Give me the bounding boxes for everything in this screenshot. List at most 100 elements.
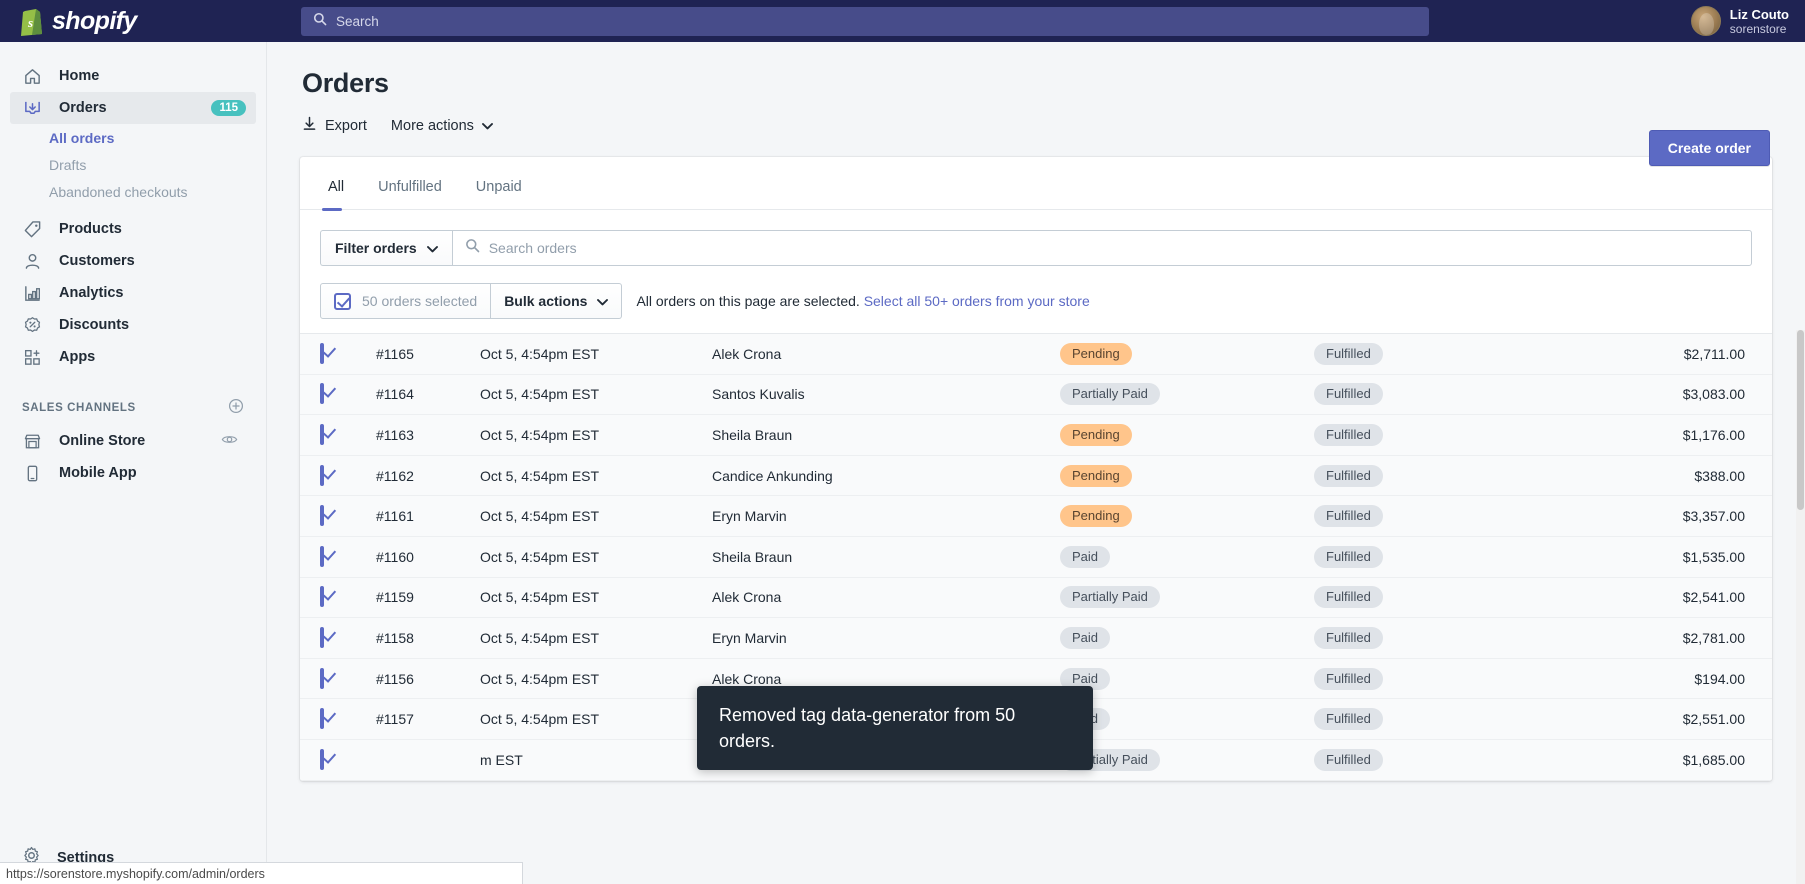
sidebar-item-analytics[interactable]: Analytics xyxy=(10,277,256,309)
search-orders-input[interactable]: Search orders xyxy=(451,230,1752,266)
page-scrollbar[interactable] xyxy=(1796,330,1805,884)
shopify-logo[interactable]: s shopify xyxy=(0,0,267,42)
row-checkbox[interactable] xyxy=(320,423,376,445)
row-checkbox[interactable] xyxy=(320,586,376,608)
avatar xyxy=(1690,6,1721,36)
order-date: Oct 5, 4:54pm EST xyxy=(480,426,600,443)
sidebar-item-online-store[interactable]: Online Store xyxy=(10,425,256,457)
fulfillment-status-cell: Fulfilled xyxy=(1314,342,1588,365)
order-amount: $1,535.00 xyxy=(1682,548,1745,565)
filter-orders-label: Filter orders xyxy=(335,240,417,256)
selected-count-label: 50 orders selected xyxy=(362,293,478,309)
row-checkbox[interactable] xyxy=(320,748,376,770)
status-badge: Fulfilled xyxy=(1314,342,1383,365)
apps-grid-icon xyxy=(22,347,43,368)
status-badge: Partially Paid xyxy=(1060,383,1160,406)
table-row[interactable]: #1158 Oct 5, 4:54pm EST Eryn Marvin Paid Ful… xyxy=(300,618,1772,659)
select-all-store-link[interactable]: Select all 50+ orders from your store xyxy=(864,293,1090,309)
select-all-checkbox[interactable]: 50 orders selected xyxy=(320,283,492,319)
global-search-input[interactable]: Search xyxy=(301,6,1429,36)
chevron-down-icon xyxy=(481,118,493,134)
sidebar-subitem-label: All orders xyxy=(49,129,115,146)
checkbox-icon xyxy=(320,545,324,567)
export-label: Export xyxy=(325,117,367,134)
filter-orders-dropdown[interactable]: Filter orders xyxy=(320,230,452,266)
order-date: m EST xyxy=(480,751,523,768)
row-checkbox[interactable] xyxy=(320,667,376,689)
tab-unpaid[interactable]: Unpaid xyxy=(470,179,528,209)
preview-store-icon[interactable] xyxy=(213,429,246,453)
global-search-placeholder: Search xyxy=(336,13,379,29)
svg-text:s: s xyxy=(27,15,33,30)
tab-unfulfilled[interactable]: Unfulfilled xyxy=(372,179,448,209)
table-row[interactable]: #1162 Oct 5, 4:54pm EST Candice Ankunding P… xyxy=(300,455,1772,497)
row-checkbox[interactable] xyxy=(320,626,376,648)
table-row[interactable]: #1161 Oct 5, 4:54pm EST Eryn Marvin Pending… xyxy=(300,496,1772,537)
shopify-wordmark: shopify xyxy=(52,6,137,35)
order-id: #1165 xyxy=(376,345,414,362)
status-badge: Fulfilled xyxy=(1314,586,1383,609)
row-checkbox[interactable] xyxy=(320,342,376,364)
bulk-actions-dropdown[interactable]: Bulk actions xyxy=(491,283,623,319)
table-row[interactable]: #1163 Oct 5, 4:54pm EST Sheila Braun Pendin… xyxy=(300,415,1772,456)
table-row[interactable]: #1159 Oct 5, 4:54pm EST Alek Crona Partiall… xyxy=(300,577,1772,619)
sidebar-item-products[interactable]: Products xyxy=(10,213,256,245)
table-row[interactable]: #1164 Oct 5, 4:54pm EST Santos Kuvalis Part… xyxy=(300,374,1772,416)
tab-all[interactable]: All xyxy=(322,179,350,211)
row-checkbox[interactable] xyxy=(320,545,376,567)
payment-status-cell: Paid xyxy=(1060,545,1314,568)
page-scrollbar-thumb[interactable] xyxy=(1797,330,1804,510)
row-checkbox[interactable] xyxy=(320,708,376,730)
row-checkbox[interactable] xyxy=(320,383,376,405)
table-row[interactable]: #1165 Oct 5, 4:54pm EST Alek Crona Pending F… xyxy=(300,334,1772,375)
orders-count-badge: 115 xyxy=(211,100,246,116)
add-sales-channel-icon[interactable] xyxy=(228,398,244,417)
more-actions-button[interactable]: More actions xyxy=(391,118,493,134)
table-row[interactable]: #1160 Oct 5, 4:54pm EST Sheila Braun Paid Fu… xyxy=(300,536,1772,578)
tag-icon xyxy=(22,219,43,240)
sidebar-item-abandoned-checkouts[interactable]: Abandoned checkouts xyxy=(49,178,266,205)
sidebar-item-apps[interactable]: Apps xyxy=(10,341,256,373)
create-order-button[interactable]: Create order xyxy=(1648,130,1770,166)
order-amount: $2,541.00 xyxy=(1682,589,1745,606)
sidebar-item-drafts[interactable]: Drafts xyxy=(49,151,266,178)
payment-status-cell: Paid xyxy=(1060,708,1314,731)
order-amount: $388.00 xyxy=(1694,467,1745,484)
payment-status-cell: Paid xyxy=(1060,626,1314,649)
order-amount: $3,357.00 xyxy=(1682,508,1745,525)
sidebar-item-home[interactable]: Home xyxy=(10,60,256,92)
status-badge: Fulfilled xyxy=(1314,748,1383,771)
checkbox-icon xyxy=(320,505,324,527)
user-menu[interactable]: Liz Couto sorenstore xyxy=(1690,6,1805,36)
bar-chart-icon xyxy=(22,283,43,304)
sidebar-item-discounts[interactable]: Discounts xyxy=(10,309,256,341)
row-checkbox[interactable] xyxy=(320,505,376,527)
order-amount: $2,781.00 xyxy=(1682,629,1745,646)
status-badge: Pending xyxy=(1060,342,1132,365)
row-checkbox[interactable] xyxy=(320,464,376,486)
checkbox-icon xyxy=(320,708,324,730)
sidebar-item-customers[interactable]: Customers xyxy=(10,245,256,277)
search-icon xyxy=(313,12,327,31)
more-actions-label: More actions xyxy=(390,117,474,134)
status-badge: Fulfilled xyxy=(1314,545,1383,568)
fulfillment-status-cell: Fulfilled xyxy=(1314,626,1588,649)
fulfillment-status-cell: Fulfilled xyxy=(1314,667,1588,690)
page-title: Orders xyxy=(302,68,389,98)
order-amount: $2,711.00 xyxy=(1683,345,1745,362)
sidebar-subitem-label: Abandoned checkouts xyxy=(49,183,188,200)
sidebar-item-all-orders[interactable]: All orders xyxy=(49,124,266,151)
checkbox-icon xyxy=(334,292,351,310)
shopify-admin-orders-page: s shopify Search Liz Couto sorenstore Ho… xyxy=(0,0,1805,884)
order-amount: $2,551.00 xyxy=(1682,711,1745,728)
status-badge: Fulfilled xyxy=(1314,667,1383,690)
sidebar-item-label: Analytics xyxy=(59,285,124,301)
sidebar-item-label: Online Store xyxy=(59,433,146,449)
payment-status-cell: Pending xyxy=(1060,464,1314,487)
status-badge: Partially Paid xyxy=(1060,586,1160,609)
sidebar-item-orders[interactable]: Orders 115 xyxy=(10,92,256,124)
sidebar-item-mobile-app[interactable]: Mobile App xyxy=(10,457,256,489)
order-amount: $3,083.00 xyxy=(1682,386,1745,403)
status-badge: Fulfilled xyxy=(1314,423,1383,446)
export-button[interactable]: Export xyxy=(302,116,367,135)
